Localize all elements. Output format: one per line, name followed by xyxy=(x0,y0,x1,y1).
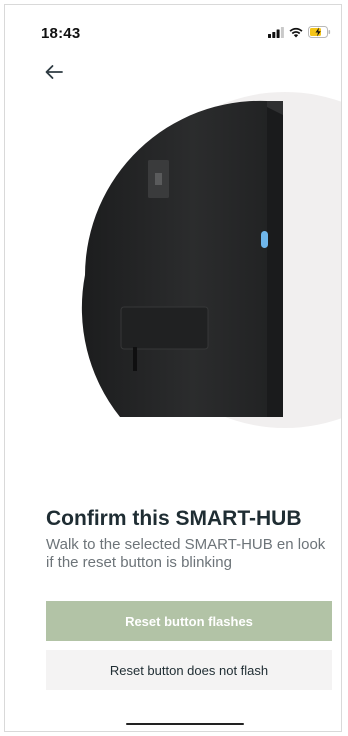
battery-charging-icon xyxy=(308,25,331,43)
app-screen: 18:43 Confirm this SMART-HUB Walk to the… xyxy=(4,4,342,732)
page-title: Confirm this SMART-HUB xyxy=(46,507,302,530)
reset-light-indicator xyxy=(261,231,268,248)
smart-hub-image xyxy=(81,92,341,428)
page-subtitle: Walk to the selected SMART-HUB en look i… xyxy=(46,536,326,571)
status-icons xyxy=(268,25,331,43)
device-body xyxy=(81,100,267,417)
back-button[interactable] xyxy=(39,61,69,87)
arrow-left-icon xyxy=(44,64,64,85)
wifi-icon xyxy=(289,25,303,43)
status-bar: 18:43 xyxy=(5,5,341,61)
status-time: 18:43 xyxy=(41,25,81,42)
device-illustration xyxy=(5,85,341,445)
reset-button-not-flash-button[interactable]: Reset button does not flash xyxy=(46,650,332,690)
signal-icon xyxy=(268,25,284,43)
reset-button-flashes-button[interactable]: Reset button flashes xyxy=(46,601,332,641)
device-side xyxy=(267,101,283,417)
home-indicator[interactable] xyxy=(126,723,244,725)
